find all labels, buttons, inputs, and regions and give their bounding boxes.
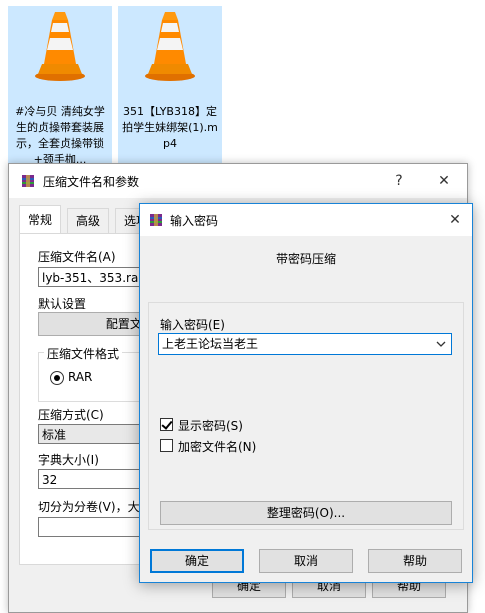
- close-icon[interactable]: ✕: [443, 209, 467, 231]
- dict-label: 字典大小(I): [38, 453, 99, 467]
- dialog-title: 压缩文件名和参数: [43, 175, 140, 189]
- method-label: 压缩方式(C): [38, 408, 104, 422]
- password-label: 输入密码(E): [160, 318, 225, 332]
- close-icon[interactable]: ✕: [432, 170, 456, 192]
- dialog-title: 输入密码: [170, 214, 219, 228]
- encrypt-names-label: 加密文件名(N): [178, 440, 257, 454]
- title-bar[interactable]: 压缩文件名和参数 ? ✕: [9, 164, 467, 198]
- file-item[interactable]: #冷与贝 清纯女学生的贞操带套装展示，全套贞操带锁+颈手枷...: [8, 6, 112, 166]
- help-icon[interactable]: ?: [387, 170, 411, 192]
- organize-passwords-button[interactable]: 整理密码(O)...: [160, 501, 452, 525]
- rar-radio-label: RAR: [68, 370, 93, 384]
- encrypt-names-checkbox[interactable]: [160, 439, 173, 452]
- file-name: #冷与贝 清纯女学生的贞操带套装展示，全套贞操带锁+颈手枷...: [15, 105, 105, 166]
- show-password-checkbox[interactable]: [160, 418, 173, 431]
- ok-button[interactable]: 确定: [150, 549, 244, 573]
- help-button[interactable]: 帮助: [368, 549, 462, 573]
- title-bar[interactable]: 输入密码 ✕: [140, 204, 472, 236]
- tab-advanced[interactable]: 高级: [67, 208, 110, 233]
- tab-general[interactable]: 常规: [19, 205, 62, 234]
- password-input[interactable]: 上老王论坛当老王: [158, 333, 452, 355]
- password-dialog: 输入密码 ✕ 带密码压缩 输入密码(E) 上老王论坛当老王 显示密码(S) 加密…: [139, 203, 473, 583]
- default-settings-label: 默认设置: [38, 297, 87, 311]
- split-label: 切分为分卷(V)，大小: [38, 500, 152, 514]
- dialog-heading: 带密码压缩: [275, 252, 336, 266]
- winrar-icon: [22, 175, 34, 187]
- show-password-label: 显示密码(S): [178, 419, 243, 433]
- rar-radio[interactable]: [50, 371, 64, 385]
- vlc-cone-icon: [35, 12, 85, 81]
- chevron-down-icon[interactable]: [436, 341, 446, 348]
- format-group-label: 压缩文件格式: [44, 345, 123, 362]
- vlc-cone-icon: [145, 12, 195, 81]
- password-value: 上老王论坛当老王: [162, 337, 259, 351]
- archive-name-label: 压缩文件名(A): [38, 250, 116, 264]
- cancel-button[interactable]: 取消: [259, 549, 353, 573]
- file-name: 351【LYB318】定拍学生妹绑架(1).mp4: [122, 105, 218, 150]
- file-item[interactable]: 351【LYB318】定拍学生妹绑架(1).mp4: [118, 6, 222, 166]
- winrar-icon: [150, 214, 162, 226]
